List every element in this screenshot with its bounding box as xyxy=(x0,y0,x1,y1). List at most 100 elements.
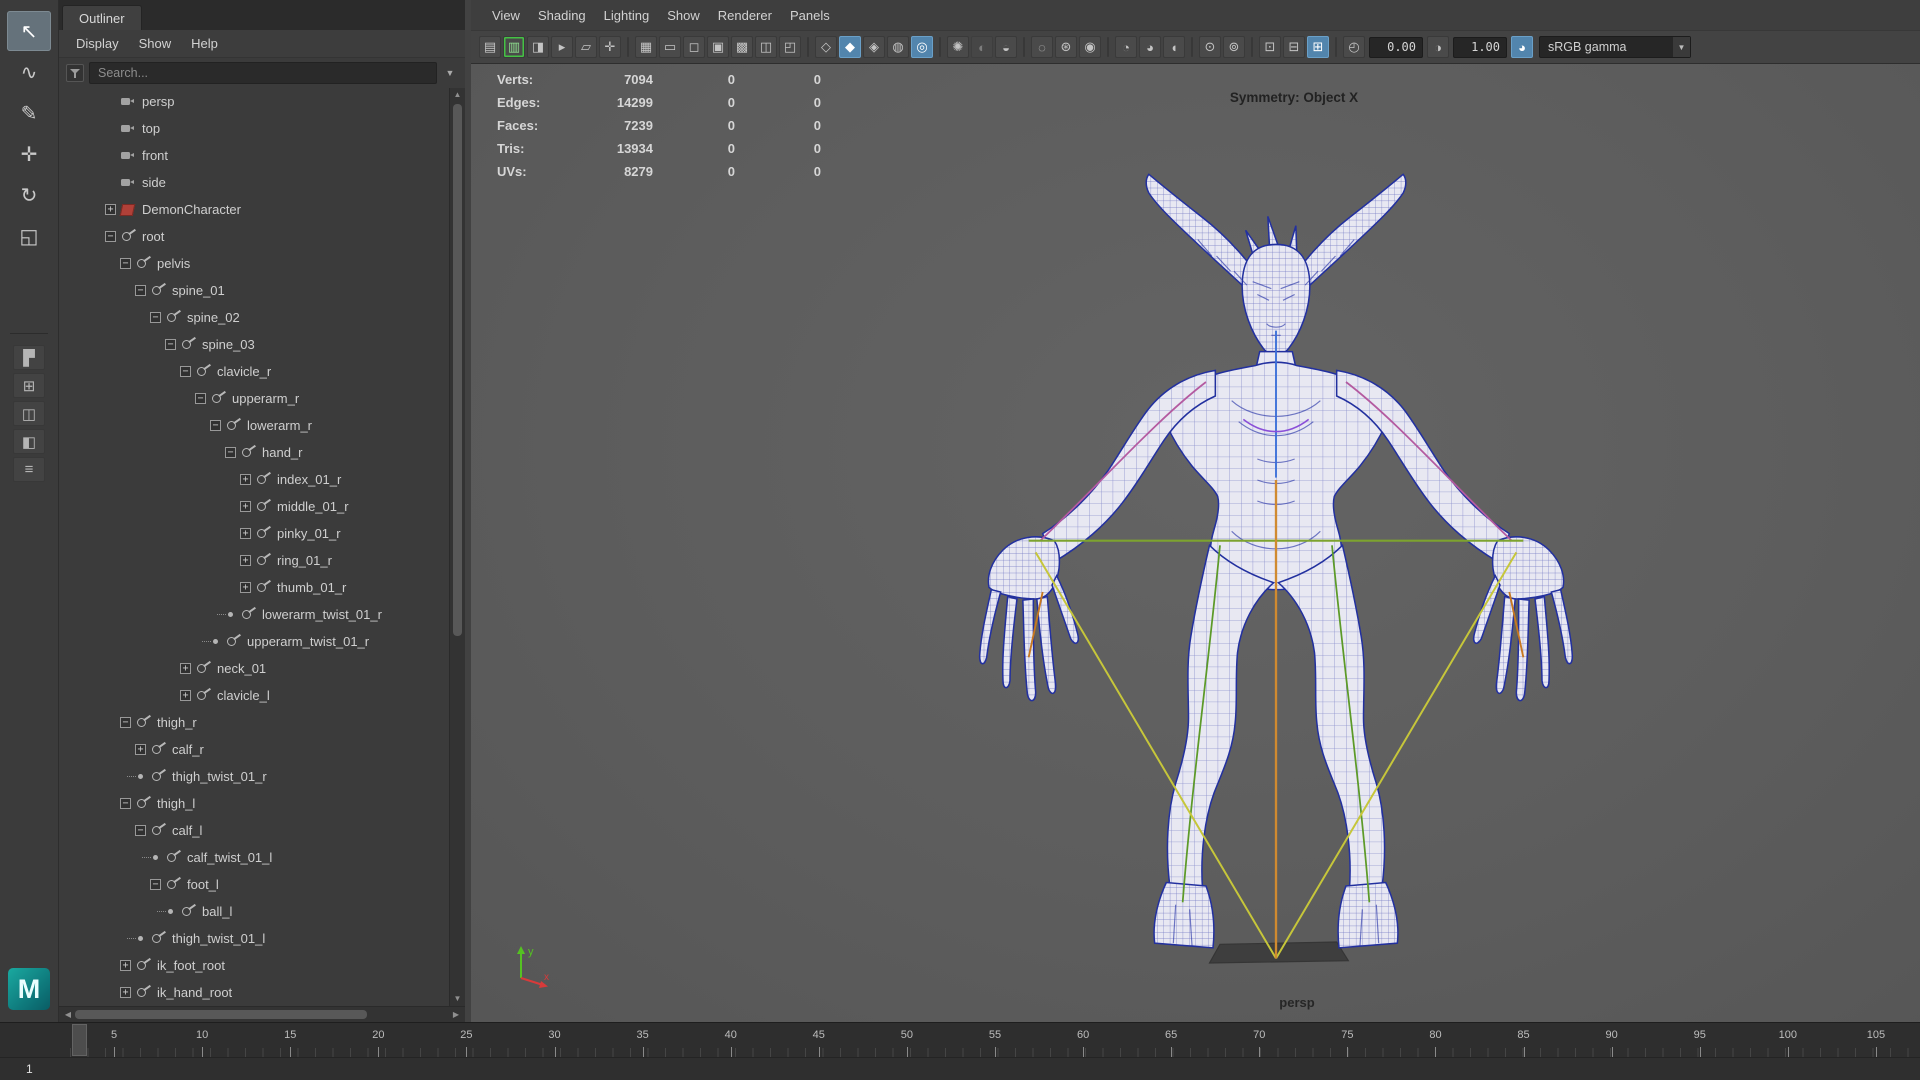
range-slider-row[interactable]: 1 xyxy=(0,1057,1920,1080)
snap-to-grid-icon[interactable]: ⊙ xyxy=(1199,36,1221,58)
expander-icon[interactable] xyxy=(240,528,251,539)
horizontal-scroll-track[interactable] xyxy=(75,1010,449,1019)
expander-icon[interactable] xyxy=(210,420,221,431)
outliner-item[interactable]: thigh_twist_01_l xyxy=(59,925,449,952)
expander-icon[interactable] xyxy=(150,879,161,890)
outliner-item[interactable]: lowerarm_r xyxy=(59,412,449,439)
expander-icon[interactable] xyxy=(105,231,116,242)
gamma-icon[interactable]: ◑ xyxy=(1427,36,1449,58)
select-tool[interactable]: ↖ xyxy=(7,11,51,51)
xray-joints-icon[interactable]: ◖ xyxy=(1163,36,1185,58)
lasso-select-tool[interactable]: ∿ xyxy=(7,52,51,92)
expander-icon[interactable] xyxy=(240,582,251,593)
outliner-item[interactable]: neck_01 xyxy=(59,655,449,682)
wireframe-mode-icon[interactable]: ◇ xyxy=(815,36,837,58)
expander-icon[interactable] xyxy=(127,933,146,944)
outliner-item[interactable]: clavicle_r xyxy=(59,358,449,385)
safe-action-icon[interactable]: ◫ xyxy=(755,36,777,58)
outliner-item[interactable]: middle_01_r xyxy=(59,493,449,520)
outliner-item[interactable]: index_01_r xyxy=(59,466,449,493)
paint-select-tool[interactable]: ✎ xyxy=(7,93,51,133)
exposure-field[interactable]: 0.00 xyxy=(1369,36,1423,58)
expander-icon[interactable] xyxy=(135,285,146,296)
expander-icon[interactable] xyxy=(240,474,251,485)
expander-icon[interactable] xyxy=(135,744,146,755)
expander-icon[interactable] xyxy=(142,852,161,863)
expander-icon[interactable] xyxy=(195,393,206,404)
menu-help[interactable]: Help xyxy=(182,33,227,54)
scroll-down-icon[interactable]: ▼ xyxy=(454,992,462,1006)
horizontal-scroll-thumb[interactable] xyxy=(75,1010,367,1019)
outliner-item[interactable]: spine_03 xyxy=(59,331,449,358)
image-plane-icon[interactable]: ▱ xyxy=(575,36,597,58)
expander-icon[interactable] xyxy=(202,636,221,647)
quick-layout-two-pane-button[interactable]: ◫ xyxy=(13,401,45,426)
outliner-item[interactable]: ik_hand_root xyxy=(59,979,449,1006)
camera-keyframe-icon[interactable]: ▥ xyxy=(503,36,525,58)
gamma-field[interactable]: 1.00 xyxy=(1453,36,1507,58)
bookmark-icon[interactable]: ▸ xyxy=(551,36,573,58)
viewport-canvas[interactable]: Verts: 7094 0 0 Edges: 14299 0 0 Faces: … xyxy=(471,64,1920,1022)
quick-layout-persp-outliner-button[interactable]: ◧ xyxy=(13,429,45,454)
outliner-item[interactable]: root xyxy=(59,223,449,250)
expander-icon[interactable] xyxy=(120,960,131,971)
expander-icon[interactable] xyxy=(120,798,131,809)
expander-icon[interactable] xyxy=(240,555,251,566)
smooth-shade-icon[interactable]: ◆ xyxy=(839,36,861,58)
tearoff-panel-icon[interactable]: ⊞ xyxy=(1307,36,1329,58)
scroll-up-icon[interactable]: ▲ xyxy=(454,88,462,102)
expander-icon[interactable] xyxy=(225,447,236,458)
quick-layout-four-pane-button[interactable]: ⊞ xyxy=(13,373,45,398)
menu-view[interactable]: View xyxy=(483,5,529,26)
expander-icon[interactable] xyxy=(105,204,116,215)
expander-icon[interactable] xyxy=(120,987,131,998)
expander-icon[interactable] xyxy=(240,501,251,512)
menu-lighting[interactable]: Lighting xyxy=(595,5,659,26)
outliner-layout-button[interactable]: ≡ xyxy=(13,457,45,482)
shadows-icon[interactable]: ◐ xyxy=(971,36,993,58)
scroll-right-icon[interactable]: ▶ xyxy=(449,1008,463,1022)
pane-menu-icon[interactable]: ⊡ xyxy=(1259,36,1281,58)
outliner-item[interactable]: thigh_l xyxy=(59,790,449,817)
outliner-item[interactable]: pelvis xyxy=(59,250,449,277)
motion-blur-icon[interactable]: ◌ xyxy=(1031,36,1053,58)
gate-mask-icon[interactable]: ▣ xyxy=(707,36,729,58)
outliner-item[interactable]: persp xyxy=(59,88,449,115)
use-default-material-icon[interactable]: ◍ xyxy=(887,36,909,58)
outliner-item[interactable]: lowerarm_twist_01_r xyxy=(59,601,449,628)
expander-icon[interactable] xyxy=(165,339,176,350)
chevron-down-icon[interactable]: ▼ xyxy=(442,68,458,78)
outliner-item[interactable]: upperarm_twist_01_r xyxy=(59,628,449,655)
expander-icon[interactable] xyxy=(217,609,236,620)
outliner-item[interactable]: clavicle_l xyxy=(59,682,449,709)
outliner-item[interactable]: spine_02 xyxy=(59,304,449,331)
character-model[interactable] xyxy=(926,120,1626,980)
scroll-left-icon[interactable]: ◀ xyxy=(61,1008,75,1022)
outliner-item[interactable]: hand_r xyxy=(59,439,449,466)
outliner-item[interactable]: top xyxy=(59,115,449,142)
xray-icon[interactable]: ◕ xyxy=(1139,36,1161,58)
rotate-tool[interactable]: ↻ xyxy=(7,175,51,215)
menu-show[interactable]: Show xyxy=(130,33,181,54)
current-frame-field[interactable]: 1 xyxy=(26,1062,48,1076)
expander-icon[interactable] xyxy=(135,825,146,836)
outliner-item[interactable]: calf_l xyxy=(59,817,449,844)
view-transform-dropdown[interactable]: sRGB gamma ▼ xyxy=(1539,36,1691,58)
outliner-item[interactable]: calf_twist_01_l xyxy=(59,844,449,871)
move-tool[interactable]: ✛ xyxy=(7,134,51,174)
expander-icon[interactable] xyxy=(120,258,131,269)
outliner-item[interactable]: thigh_twist_01_r xyxy=(59,763,449,790)
outliner-item[interactable]: foot_l xyxy=(59,871,449,898)
quick-layout-single-pane-button[interactable]: ▛ xyxy=(13,345,45,370)
menu-panels[interactable]: Panels xyxy=(781,5,839,26)
field-chart-icon[interactable]: ▩ xyxy=(731,36,753,58)
two-d-pan-zoom-icon[interactable]: ✛ xyxy=(599,36,621,58)
outliner-item[interactable]: upperarm_r xyxy=(59,385,449,412)
outliner-item[interactable]: ik_foot_root xyxy=(59,952,449,979)
expander-icon[interactable] xyxy=(150,312,161,323)
menu-shading[interactable]: Shading xyxy=(529,5,595,26)
outliner-item[interactable]: side xyxy=(59,169,449,196)
expander-icon[interactable] xyxy=(127,771,146,782)
scale-tool[interactable]: ◱ xyxy=(7,216,51,256)
multisample-aa-icon[interactable]: ⊛ xyxy=(1055,36,1077,58)
